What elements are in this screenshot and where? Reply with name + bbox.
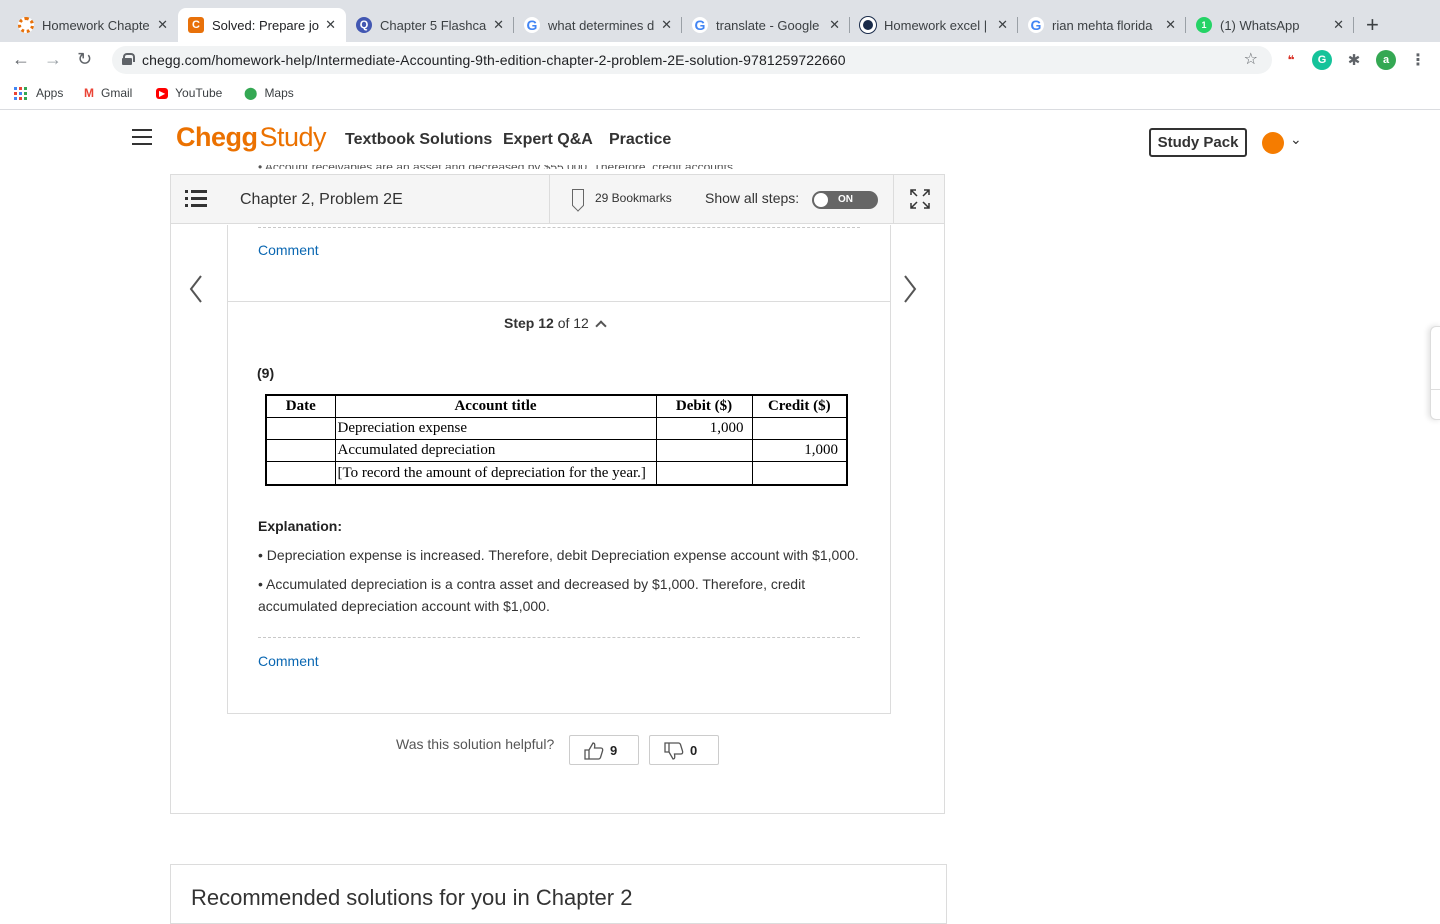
step-divider (228, 301, 890, 302)
reload-icon[interactable]: ↻ (77, 49, 92, 70)
expand-arrows-icon (910, 189, 930, 209)
bookmarks-bar: Apps M Gmail ▶ YouTube ⬤ Maps (0, 78, 1440, 110)
profile-avatar[interactable]: a (1376, 50, 1396, 70)
solution-header: Chapter 2, Problem 2E 29 Bookmarks Show … (171, 175, 944, 224)
bookmark-youtube[interactable]: ▶ YouTube (156, 86, 222, 100)
forward-arrow-icon[interactable]: → (44, 49, 62, 70)
recommended-heading: Recommended solutions for you in Chapter… (191, 885, 633, 910)
lock-icon (122, 53, 135, 65)
close-tab-icon[interactable]: ✕ (997, 17, 1008, 33)
new-tab-plus-icon[interactable]: + (1366, 12, 1379, 38)
explanation-bullet: • Depreciation expense is increased. The… (258, 547, 859, 563)
bookmark-gmail[interactable]: M Gmail (84, 86, 132, 100)
table-row: Accumulated depreciation 1,000 (265, 439, 848, 462)
browser-toolbar: ← → ↻ chegg.com/homework-help/Intermedia… (0, 42, 1440, 78)
side-feedback-tab[interactable] (1430, 326, 1440, 420)
comment-link-bottom[interactable]: Comment (258, 653, 319, 669)
column-header: Credit ($) (751, 394, 848, 418)
comment-link-top[interactable]: Comment (258, 242, 319, 258)
browser-tab-translate[interactable]: G translate - Google ✕ (682, 8, 850, 42)
nav-expert-qa[interactable]: Expert Q&A (503, 131, 593, 149)
chegg-study-logo[interactable]: CheggStudy (176, 122, 327, 153)
recommended-solutions-card: Recommended solutions for you in Chapter… (170, 864, 947, 924)
url-text: chegg.com/homework-help/Intermediate-Acc… (142, 52, 846, 68)
dashed-divider (258, 227, 860, 228)
chegg-c-icon: C (188, 17, 204, 33)
quizlet-q-icon: Q (356, 17, 372, 33)
user-avatar[interactable] (1262, 132, 1284, 154)
scrolled-text-fragment: • Account receivables are an asset and d… (258, 165, 818, 169)
study-pack-button[interactable]: Study Pack (1149, 128, 1247, 157)
browser-tab-whatsapp[interactable]: 1 (1) WhatsApp ✕ (1186, 8, 1354, 42)
google-g-icon: G (1028, 17, 1044, 33)
google-g-icon: G (524, 17, 540, 33)
hamburger-menu-icon[interactable] (132, 129, 152, 145)
helpful-prompt: Was this solution helpful? (396, 736, 555, 752)
browser-tab-solved-prepare[interactable]: C Solved: Prepare jo ✕ (178, 8, 346, 42)
step-indicator[interactable]: Step 12 of 12 (504, 315, 607, 332)
menu-kebab-icon[interactable]: ⋮ (1408, 50, 1428, 70)
steps-list-icon[interactable] (185, 190, 207, 208)
close-tab-icon[interactable]: ✕ (1165, 17, 1176, 33)
close-tab-icon[interactable]: ✕ (829, 17, 840, 33)
show-all-steps-toggle[interactable]: ON (812, 191, 878, 209)
thumbs-down-icon (664, 742, 684, 760)
gmail-icon: M (84, 86, 94, 100)
dashed-divider (258, 637, 860, 638)
apps-grid-icon (14, 86, 27, 100)
close-tab-icon[interactable]: ✕ (157, 17, 168, 33)
chegg-ring-icon (18, 17, 34, 33)
bookmark-star-icon[interactable]: ☆ (1244, 49, 1258, 69)
browser-tab-homework-chapter[interactable]: Homework Chapte ✕ (8, 8, 178, 42)
google-g-icon: G (692, 17, 708, 33)
thumbs-down-button[interactable]: 0 (649, 735, 719, 765)
chegg-header: CheggStudy Textbook Solutions Expert Q&A… (0, 111, 1440, 169)
bookmarks-button[interactable]: 29 Bookmarks (549, 175, 691, 224)
close-tab-icon[interactable]: ✕ (1333, 17, 1344, 33)
circle-logo-icon (860, 17, 876, 33)
journal-entry-table: Date Account title Debit ($) Credit ($) … (265, 394, 848, 486)
explanation-bullet: • Accumulated depreciation is a contra a… (258, 576, 806, 614)
thumbs-up-button[interactable]: 9 (569, 735, 639, 765)
column-header: Date (265, 394, 336, 418)
whatsapp-icon: 1 (1196, 17, 1212, 33)
step-content: Comment Step 12 of 12 (9) Date Account t… (227, 225, 891, 714)
column-header: Debit ($) (655, 394, 753, 418)
grammarly-icon[interactable]: G (1312, 50, 1332, 70)
bookmark-maps[interactable]: ⬤ Maps (244, 86, 294, 100)
chevron-down-icon[interactable]: ⌄ (1290, 131, 1302, 148)
bookmark-apps[interactable]: Apps (14, 86, 63, 100)
browser-tab-chapter5-flashcards[interactable]: Q Chapter 5 Flashca ✕ (346, 8, 514, 42)
browser-tab-homework-excel[interactable]: Homework excel | ✕ (850, 8, 1018, 42)
nav-textbook-solutions[interactable]: Textbook Solutions (345, 131, 492, 149)
question-number: (9) (257, 365, 275, 381)
table-header-row: Date Account title Debit ($) Credit ($) (265, 394, 848, 418)
column-header: Account title (334, 394, 657, 418)
youtube-icon: ▶ (156, 87, 169, 99)
close-tab-icon[interactable]: ✕ (325, 17, 336, 33)
show-all-steps-label: Show all steps: (705, 190, 800, 206)
next-step-arrow-icon[interactable] (903, 275, 917, 303)
chapter-problem-title: Chapter 2, Problem 2E (240, 191, 403, 208)
extensions-puzzle-icon[interactable]: ✱ (1344, 50, 1364, 70)
browser-tab-strip: Homework Chapte ✕ C Solved: Prepare jo ✕… (0, 0, 1440, 42)
back-arrow-icon[interactable]: ← (12, 49, 30, 70)
table-row: [To record the amount of depreciation fo… (265, 461, 848, 486)
explanation-heading: Explanation: (258, 518, 343, 534)
chevron-up-icon (595, 320, 607, 332)
thumbs-up-icon (584, 742, 604, 760)
bookmark-icon (572, 189, 584, 206)
previous-step-arrow-icon[interactable] (189, 275, 203, 303)
close-tab-icon[interactable]: ✕ (493, 17, 504, 33)
nav-practice[interactable]: Practice (609, 131, 671, 149)
close-tab-icon[interactable]: ✕ (661, 17, 672, 33)
maps-pin-icon: ⬤ (244, 86, 258, 100)
browser-tab-rian-mehta[interactable]: G rian mehta florida ✕ (1018, 8, 1186, 42)
expand-fullscreen-button[interactable] (893, 175, 944, 224)
address-bar[interactable]: chegg.com/homework-help/Intermediate-Acc… (112, 46, 1272, 74)
browser-tab-what-determines[interactable]: G what determines d ✕ (514, 8, 682, 42)
extension-quote-icon[interactable]: ❝ (1281, 50, 1301, 70)
table-row: Depreciation expense 1,000 (265, 417, 848, 440)
solution-panel: Chapter 2, Problem 2E 29 Bookmarks Show … (170, 174, 945, 814)
